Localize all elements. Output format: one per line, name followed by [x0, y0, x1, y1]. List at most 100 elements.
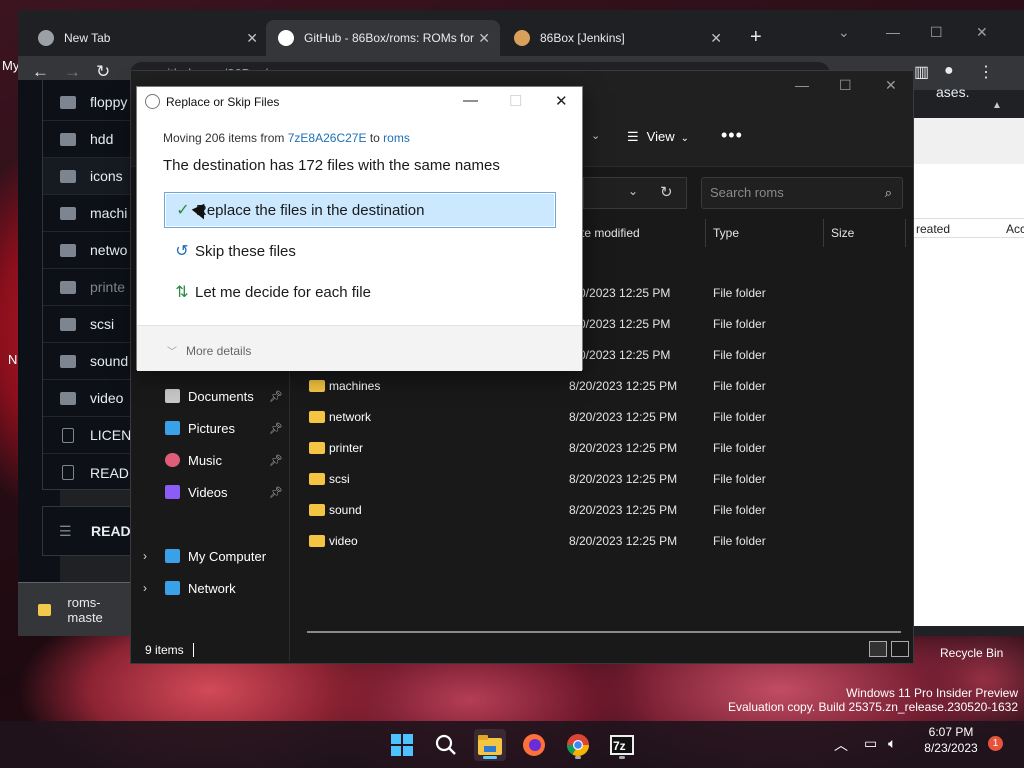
chevron-up-icon[interactable]: ︿	[834, 735, 848, 755]
side-panel-icon[interactable]: ▥	[914, 62, 929, 82]
chevron-down-icon[interactable]: ⌄	[591, 129, 600, 142]
list-item[interactable]: sound	[43, 343, 141, 380]
downloads-bar-item[interactable]: roms-maste	[18, 582, 133, 636]
pin-icon[interactable]: 📌︎	[269, 390, 283, 403]
column-type[interactable]: Type	[713, 221, 739, 245]
table-row[interactable]: scsi 8/20/2023 12:25 PM File folder	[301, 464, 901, 495]
tiles-view-icon[interactable]	[891, 641, 909, 657]
nav-item-my-computer[interactable]: › My Computer	[131, 541, 289, 571]
address-bar[interactable]: ⌄ ↻	[583, 177, 687, 209]
nav-item-videos[interactable]: Videos 📌︎	[131, 477, 289, 507]
nav-item-pictures[interactable]: Pictures 📌︎	[131, 413, 289, 443]
close-icon[interactable]: ✕	[246, 30, 258, 47]
details-view-icon[interactable]	[869, 641, 887, 657]
tab-github-roms[interactable]: GitHub - 86Box/roms: ROMs for ✕	[266, 20, 500, 56]
list-item[interactable]: machi	[43, 195, 141, 232]
table-row[interactable]: network 8/20/2023 12:25 PM File folder	[301, 402, 901, 433]
compare-icon: ⇅	[175, 284, 189, 301]
volume-icon[interactable]: 🔈︎	[888, 735, 896, 752]
notification-badge[interactable]: 1	[988, 736, 1003, 751]
chevron-down-icon[interactable]: ⌄	[838, 24, 850, 41]
nav-item-music[interactable]: Music 📌︎	[131, 445, 289, 475]
chevron-right-icon[interactable]: ›	[143, 549, 147, 563]
minimize-icon[interactable]: —	[886, 24, 900, 40]
chrome-taskbar-button[interactable]	[562, 729, 594, 761]
forward-arrow-icon[interactable]: →	[64, 62, 81, 82]
maximize-icon[interactable]: ☐	[930, 24, 943, 41]
pin-icon[interactable]: 📌︎	[269, 422, 283, 435]
table-row[interactable]: sound 8/20/2023 12:25 PM File folder	[301, 495, 901, 526]
close-icon[interactable]: ✕	[478, 30, 490, 47]
chevron-down-icon[interactable]: ⌄	[628, 184, 638, 198]
more-options-icon[interactable]: •••	[721, 125, 743, 146]
close-window-icon[interactable]: ✕	[976, 24, 988, 41]
dialog-titlebar[interactable]: Replace or Skip Files — ☐ ✕	[137, 87, 582, 117]
back-arrow-icon[interactable]: ←	[32, 62, 49, 82]
new-tab-plus-icon[interactable]: +	[750, 26, 762, 49]
nav-item-network[interactable]: › Network	[131, 573, 289, 603]
more-details-toggle[interactable]: ﹀ More details	[167, 343, 251, 358]
tab-new-tab[interactable]: New Tab ✕	[26, 20, 268, 56]
network-icon[interactable]: ▭	[864, 735, 877, 752]
recycle-bin-label[interactable]: Recycle Bin	[940, 646, 1003, 660]
table-row[interactable]: video 8/20/2023 12:25 PM File folder	[301, 526, 901, 557]
tab-title: GitHub - 86Box/roms: ROMs for	[304, 31, 474, 45]
column-separator[interactable]	[823, 219, 824, 247]
table-row[interactable]: printer 8/20/2023 12:25 PM File folder	[301, 433, 901, 464]
maximize-icon[interactable]: ☐	[839, 77, 852, 94]
list-icon[interactable]: ☰	[59, 523, 72, 540]
nav-pane-divider[interactable]	[289, 361, 290, 661]
status-divider	[193, 643, 194, 657]
list-item[interactable]: icons	[43, 158, 141, 195]
refresh-icon[interactable]: ↻	[660, 183, 673, 201]
type-cell: File folder	[713, 503, 766, 517]
minimize-icon[interactable]: —	[463, 92, 478, 109]
readme-header[interactable]: ☰ READM	[42, 506, 142, 556]
reload-icon[interactable]: ↻	[96, 62, 110, 82]
close-dialog-icon[interactable]: ✕	[555, 92, 568, 110]
search-taskbar-button[interactable]	[430, 729, 462, 761]
column-date-modified[interactable]: te modified	[581, 221, 640, 245]
pin-icon[interactable]: 📌︎	[269, 486, 283, 499]
destination-folder-link[interactable]: roms	[383, 131, 410, 145]
7zip-taskbar-button[interactable]: 7z	[606, 729, 638, 761]
list-item[interactable]: printe	[43, 269, 141, 306]
column-separator[interactable]	[705, 219, 706, 247]
nav-item-documents[interactable]: Documents 📌︎	[131, 381, 289, 411]
list-item[interactable]: scsi	[43, 306, 141, 343]
table-row[interactable]: machines 8/20/2023 12:25 PM File folder	[301, 371, 901, 402]
profile-icon[interactable]: ●	[944, 62, 954, 80]
list-item[interactable]: LICENS	[43, 417, 141, 454]
list-item[interactable]: READM	[43, 454, 141, 491]
close-window-icon[interactable]: ✕	[885, 77, 897, 94]
file-explorer-taskbar-button[interactable]	[474, 729, 506, 761]
view-button[interactable]: ☰ View ⌄	[627, 129, 689, 145]
replace-files-option[interactable]: ✓ Replace the files in the destination	[164, 192, 556, 228]
minimize-icon[interactable]: —	[795, 77, 809, 93]
skip-files-option[interactable]: ↺ Skip these files	[164, 233, 556, 269]
search-icon[interactable]: ⌕	[885, 178, 892, 208]
list-item[interactable]: netwo	[43, 232, 141, 269]
list-item[interactable]: hdd	[43, 121, 141, 158]
list-item[interactable]: video	[43, 380, 141, 417]
moving-summary: Moving 206 items from 7zE8A26C27E to rom…	[163, 131, 410, 145]
github-favicon-icon	[278, 30, 294, 46]
search-input[interactable]: Search roms ⌕	[701, 177, 903, 209]
column-separator[interactable]	[905, 219, 906, 247]
menu-kebab-icon[interactable]: ⋮	[978, 62, 994, 82]
close-icon[interactable]: ✕	[710, 30, 722, 47]
decide-each-file-option[interactable]: ⇅ Let me decide for each file	[164, 274, 556, 310]
system-clock[interactable]: 6:07 PM 8/23/2023	[916, 724, 986, 756]
column-size[interactable]: Size	[831, 221, 854, 245]
firefox-taskbar-button[interactable]	[518, 729, 550, 761]
tab-jenkins[interactable]: 86Box [Jenkins] ✕	[502, 20, 732, 56]
start-button[interactable]	[386, 729, 418, 761]
pin-icon[interactable]: 📌︎	[269, 454, 283, 467]
list-item[interactable]: floppy	[43, 84, 141, 121]
chevron-right-icon[interactable]: ›	[143, 581, 147, 595]
source-folder-link[interactable]: 7zE8A26C27E	[288, 131, 367, 145]
folder-icon	[309, 473, 325, 485]
horizontal-scrollbar[interactable]	[307, 631, 901, 633]
name-cell: sound	[329, 503, 362, 517]
nav-label: Videos	[188, 484, 228, 500]
